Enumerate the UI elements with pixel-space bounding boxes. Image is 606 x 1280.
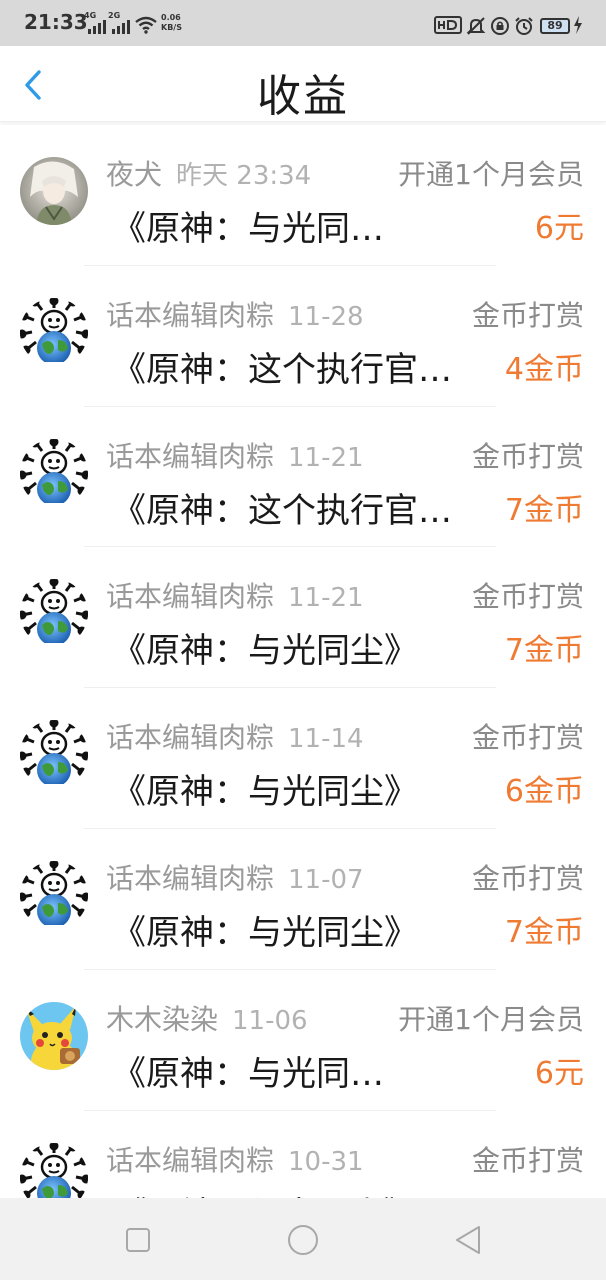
list-item[interactable]: 话本编辑肉粽 11-07 金币打赏《原神：与光同尘》 7金币 [0, 829, 606, 970]
recents-button[interactable] [118, 1220, 158, 1260]
square-icon [126, 1228, 150, 1252]
supporter-meta: 话本编辑肉粽 11-21 [106, 435, 364, 475]
supporter-meta: 木木染染 11-06 [106, 998, 308, 1038]
supporter-name: 话本编辑肉粽 [106, 439, 275, 473]
supporter-meta: 夜犬 昨天 23:34 [106, 153, 311, 193]
list-item[interactable]: 话本编辑肉粽 11-21 金币打赏《原神：与光同尘》 7金币 [0, 547, 606, 689]
home-button[interactable] [283, 1220, 323, 1260]
record-type: 金币打赏 [471, 1143, 584, 1177]
avatar[interactable] [20, 1142, 88, 1198]
record-type: 开通1个月会员 [398, 1002, 584, 1036]
avatar[interactable] [20, 157, 88, 225]
record-date: 11-06 [232, 1005, 308, 1036]
record-amount: 6金币 [504, 774, 584, 810]
record-date: 11-21 [288, 442, 364, 473]
record-type: 金币打赏 [471, 721, 584, 755]
supporter-meta: 话本编辑肉粽 11-14 [106, 716, 364, 756]
book-title: 《原神：与光同… [112, 209, 384, 249]
list-item[interactable]: 话本编辑肉粽 11-28 金币打赏 《原神：这个执行官… 4金币 [0, 266, 606, 407]
list-item[interactable]: 木木染染 11-06 开通1个月会员 《原神：与光同… 6元 [0, 970, 606, 1111]
wifi-icon [135, 16, 157, 34]
avatar[interactable] [20, 438, 88, 507]
record-date: 11-07 [288, 864, 364, 895]
alarm-icon [515, 17, 533, 35]
record-date: 昨天 23:34 [176, 161, 312, 191]
book-title: 《原神：与光同… [112, 1053, 384, 1094]
net-speed: 0.06 KB/S [161, 13, 182, 33]
net-speed-value: 0.06 [161, 13, 181, 22]
list-item[interactable]: 话本编辑肉粽 11-14 金币打赏《原神：与光同尘》 6金币 [0, 688, 606, 829]
record-type: 开通1个月会员 [398, 158, 584, 191]
book-title: 《原神：这个执行官… [112, 349, 452, 390]
system-nav-bar [0, 1198, 606, 1280]
list-item[interactable]: 话本编辑肉粽 10-31 金币打赏《原神：与光同尘》 7金币 [0, 1111, 606, 1198]
book-title: 《原神：与光同尘》 [112, 772, 418, 813]
record-amount: 6元 [534, 211, 584, 246]
book-title: 《原神：这个执行官… [112, 490, 452, 531]
supporter-meta: 话本编辑肉粽 10-31 [106, 1139, 364, 1179]
page-title: 收益 [257, 71, 349, 122]
supporter-name: 话本编辑肉粽 [106, 580, 275, 614]
supporter-name: 话本编辑肉粽 [106, 1143, 275, 1177]
supporter-meta: 话本编辑肉粽 11-21 [106, 575, 364, 615]
triangle-back-icon [456, 1226, 480, 1254]
earnings-list[interactable]: 夜犬 昨天 23:34 开通1个月会员 《原神：与光同… 6元 话本编辑肉粽 11-28 金币… [0, 125, 606, 1198]
charging-icon [574, 16, 582, 34]
record-date: 10-31 [288, 1146, 364, 1177]
supporter-name: 话本编辑肉粽 [106, 721, 275, 755]
record-amount: 7金币 [505, 1189, 584, 1198]
net2-label: 2G [108, 11, 121, 20]
status-bar: 21:33 4G 2G 0.06 KB/S 89 [0, 0, 606, 46]
record-date: 11-14 [288, 724, 364, 755]
avatar[interactable] [20, 579, 88, 648]
supporter-name: 木木染染 [106, 1002, 219, 1036]
supporter-meta: 话本编辑肉粽 11-07 [106, 857, 364, 897]
list-item[interactable]: 话本编辑肉粽 11-21 金币打赏 《原神：这个执行官… 7金币 [0, 407, 606, 548]
avatar[interactable] [20, 297, 88, 366]
system-back-button[interactable] [448, 1220, 488, 1260]
record-amount: 6元 [534, 1055, 584, 1091]
record-amount: 7金币 [504, 492, 584, 528]
bell-muted-icon [466, 17, 486, 35]
supporter-name: 话本编辑肉粽 [106, 861, 275, 895]
battery-icon: 89 [540, 18, 570, 34]
net-speed-unit: KB/S [161, 23, 182, 32]
lock-rotation-icon [491, 17, 509, 35]
book-title: 《原神：与光同尘》 [112, 912, 418, 953]
hd-icon [434, 16, 462, 34]
record-type: 金币打赏 [471, 861, 584, 895]
record-date: 11-28 [288, 301, 364, 332]
book-title: 《原神：与光同尘》 [112, 1187, 418, 1198]
supporter-name: 话本编辑肉粽 [106, 298, 275, 332]
net1-label: 4G [84, 11, 97, 20]
record-type: 金币打赏 [471, 580, 584, 614]
book-title: 《原神：与光同尘》 [112, 631, 418, 672]
record-amount: 4金币 [504, 351, 584, 387]
avatar[interactable] [20, 1001, 88, 1070]
circle-icon [288, 1225, 318, 1255]
record-date: 11-21 [288, 583, 364, 614]
supporter-meta: 话本编辑肉粽 11-28 [106, 294, 364, 334]
record-amount: 7金币 [504, 633, 584, 669]
list-item[interactable]: 夜犬 昨天 23:34 开通1个月会员 《原神：与光同… 6元 [0, 125, 606, 266]
record-type: 金币打赏 [471, 298, 584, 332]
supporter-name: 夜犬 [106, 158, 163, 191]
record-type: 金币打赏 [471, 439, 584, 473]
app-header: 收益 [0, 46, 606, 122]
record-amount: 7金币 [504, 914, 584, 950]
avatar[interactable] [20, 860, 88, 929]
status-time: 21:33 [24, 10, 88, 34]
avatar[interactable] [20, 720, 88, 789]
